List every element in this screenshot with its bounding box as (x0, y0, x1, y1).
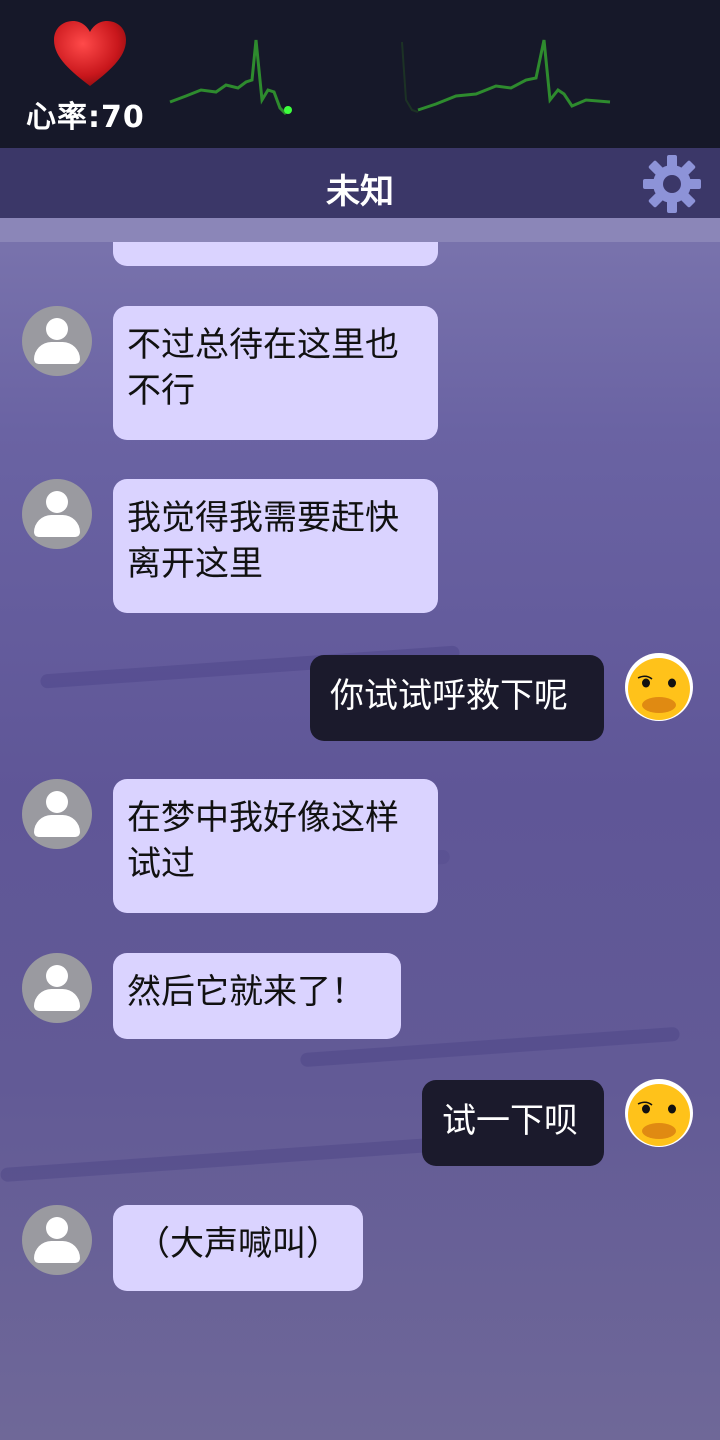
message-bubble-incoming: 我觉得我需要赶快离开这里 (113, 479, 438, 613)
duck-avatar-icon[interactable] (624, 1078, 694, 1148)
person-avatar-icon[interactable] (22, 1205, 92, 1275)
message-bubble-incoming: （大声喊叫） (113, 1205, 363, 1291)
chat-title-bar: 未知 (0, 148, 720, 218)
person-avatar-icon[interactable] (22, 306, 92, 376)
person-avatar-icon[interactable] (22, 953, 92, 1023)
message-bubble-incoming: 不过总待在这里也不行 (113, 306, 438, 440)
heart-rate-label: 心率:70 (26, 100, 145, 135)
contact-name: 未知 (326, 172, 394, 212)
heart-icon (54, 21, 126, 86)
duck-avatar-icon[interactable] (624, 652, 694, 722)
scroll-mask (0, 218, 720, 242)
ecg-waveform (169, 39, 611, 116)
message-bubble-outgoing: 你试试呼救下呢 (310, 655, 604, 741)
person-avatar-icon[interactable] (22, 479, 92, 549)
message-bubble-incoming: 然后它就来了！ (113, 953, 401, 1039)
heart-rate-bar: 心率:70 (0, 0, 720, 148)
person-avatar-icon[interactable] (22, 779, 92, 849)
message-bubble-incoming: 在梦中我好像这样试过 (113, 779, 438, 913)
message-bubble-outgoing: 试一下呗 (422, 1080, 604, 1166)
gear-icon[interactable] (640, 152, 704, 216)
